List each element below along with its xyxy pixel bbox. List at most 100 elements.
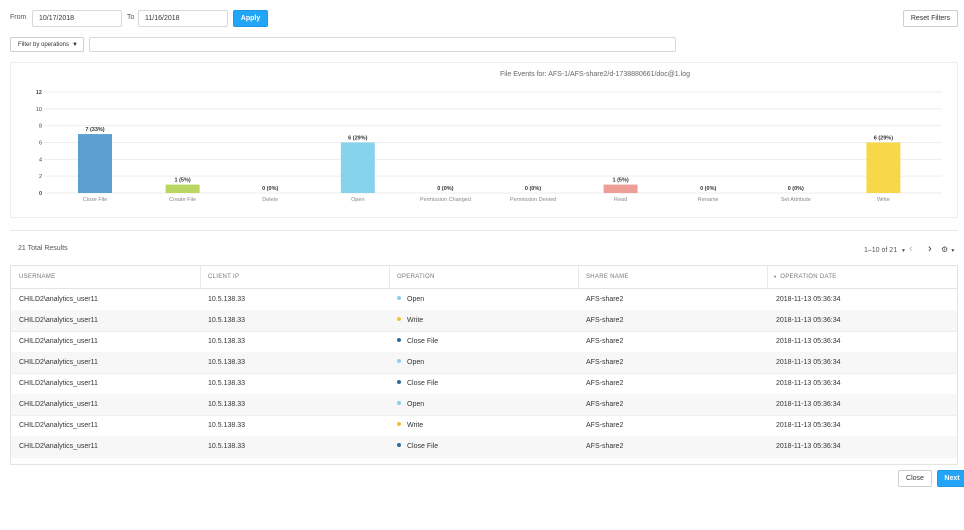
filter-operations-label: Filter by operations [18,41,70,48]
data-label: 6 (29%) [874,136,893,142]
y-tick-label: 8 [39,124,42,130]
total-results: 21 Total Results [18,245,68,252]
cell-operation-date: 2018-11-13 05:36:34 [776,380,841,387]
cell-share-name: AFS-share2 [586,296,624,303]
sort-desc-icon: ▼ [773,274,778,279]
table-row[interactable]: CHILD2\analytics_user11 10.5.138.33 Open AF… [11,394,957,416]
bar [78,134,112,193]
chevron-down-icon: ▼ [950,248,956,254]
column-share-name[interactable]: SHARE NAME [586,266,629,288]
operation-status-dot [397,380,401,385]
cell-client-ip: 10.5.138.33 [208,338,245,345]
cell-client-ip: 10.5.138.33 [208,422,245,429]
table-row[interactable]: CHILD2\analytics_user11 10.5.138.33 Write A… [11,310,957,332]
events-table: USERNAME CLIENT IP OPERATION SHARE NAME … [10,265,958,465]
cell-client-ip: 10.5.138.33 [208,359,245,366]
cell-share-name: AFS-share2 [586,401,624,408]
table-row[interactable]: CHILD2\analytics_user11 10.5.138.33 Open AF… [11,289,957,311]
operation-status-dot [397,359,401,364]
data-label: 0 (0%) [525,186,541,192]
reset-filters-button[interactable]: Reset Filters [903,10,958,27]
column-client-ip[interactable]: CLIENT IP [208,266,239,288]
table-row[interactable]: CHILD2\analytics_user11 10.5.138.33 Write A… [11,415,957,437]
operation-status-dot [397,422,401,427]
cell-operation-date: 2018-11-13 05:36:34 [776,296,841,303]
file-events-chart: File Events for: AFS-1/AFS-share2/d-1738… [36,71,942,203]
cell-operation: Write [397,310,423,331]
cell-username: CHILD2\analytics_user11 [19,401,98,408]
cell-operation: Close File [397,373,438,394]
data-label: 0 (0%) [700,186,716,192]
cell-share-name: AFS-share2 [586,422,624,429]
cell-share-name: AFS-share2 [586,317,624,324]
chevron-down-icon: ▼ [72,41,78,48]
data-label: 7 (33%) [85,127,104,133]
column-username[interactable]: USERNAME [19,266,55,288]
cell-operation: Open [397,352,424,373]
y-tick-label: 10 [36,107,42,113]
next-page-icon[interactable]: › [928,243,932,255]
cell-username: CHILD2\analytics_user11 [19,338,98,345]
pagination-range[interactable]: 1–10 of 21 ▼ [864,247,906,254]
from-label: From [10,14,27,21]
from-date-input[interactable]: 10/17/2018 [32,10,122,27]
table-row[interactable]: CHILD2\analytics_user11 10.5.138.33 Close … [11,331,957,353]
x-tick-label: Rename [698,197,719,203]
bar [340,142,375,193]
cell-share-name: AFS-share2 [586,359,624,366]
operation-status-dot [397,401,401,406]
y-tick-label: 4 [39,157,42,163]
filter-operations-dropdown[interactable]: Filter by operations ▼ [10,37,84,52]
prev-page-icon[interactable]: ‹ [909,243,913,255]
x-tick-label: Permission Denied [510,197,556,203]
x-tick-label: Read [614,197,627,203]
bar [165,184,200,193]
cell-username: CHILD2\analytics_user11 [19,422,98,429]
operation-status-dot [397,338,401,343]
cell-operation-date: 2018-11-13 05:36:34 [776,317,841,324]
table-row[interactable]: CHILD2\analytics_user11 10.5.138.33 Open AF… [11,352,957,374]
x-tick-label: Close File [83,197,107,203]
data-label: 6 (29%) [348,136,367,142]
operation-status-dot [397,464,401,465]
operation-status-dot [397,443,401,448]
data-label: 0 (0%) [437,186,453,192]
cell-share-name: AFS-share2 [586,380,624,387]
data-label: 0 (0%) [262,186,278,192]
cell-operation-date: 2018-11-13 05:36:34 [776,338,841,345]
cell-username: CHILD2\analytics_user11 [19,380,98,387]
cell-username: CHILD2\analytics_user11 [19,359,98,366]
data-label: 1 (5%) [612,178,628,184]
data-label: 1 (5%) [174,178,190,184]
operations-search-input[interactable] [89,37,676,52]
column-operation-date[interactable]: ▼ OPERATION DATE [773,266,837,288]
y-tick-label: 6 [39,141,42,147]
chevron-down-icon: ▼ [901,248,906,254]
table-settings-button[interactable]: ⚙ ▼ [941,245,955,254]
next-button[interactable]: Next [937,470,964,487]
close-button[interactable]: Close [898,470,932,487]
cell-client-ip: 10.5.138.33 [208,296,245,303]
cell-username: CHILD2\analytics_user11 [19,317,98,324]
to-date-input[interactable]: 11/16/2018 [138,10,228,27]
x-tick-label: Write [877,197,890,203]
cell-operation: Write [397,415,423,436]
cell-operation: Close File [397,331,438,352]
divider [10,230,958,231]
chart-panel: File Events for: AFS-1/AFS-share2/d-1738… [10,62,958,218]
column-operation[interactable]: OPERATION [397,266,435,288]
y-tick-label: 12 [36,90,42,96]
cell-operation-date: 2018-11-13 05:36:34 [776,359,841,366]
gear-icon: ⚙ [941,245,949,254]
y-tick-label: 0 [39,191,42,197]
cell-share-name: AFS-share2 [586,338,624,345]
y-tick-label: 2 [39,174,42,180]
cell-client-ip: 10.5.138.33 [208,380,245,387]
apply-button[interactable]: Apply [233,10,268,27]
cell-client-ip: 10.5.138.33 [208,401,245,408]
cell-operation: Open [397,394,424,415]
table-row[interactable]: CHILD2\analytics_user11 10.5.138.33 Close … [11,373,957,395]
chart-title: File Events for: AFS-1/AFS-share2/d-1738… [500,71,690,78]
operation-status-dot [397,317,401,322]
cell-client-ip: 10.5.138.33 [208,317,245,324]
